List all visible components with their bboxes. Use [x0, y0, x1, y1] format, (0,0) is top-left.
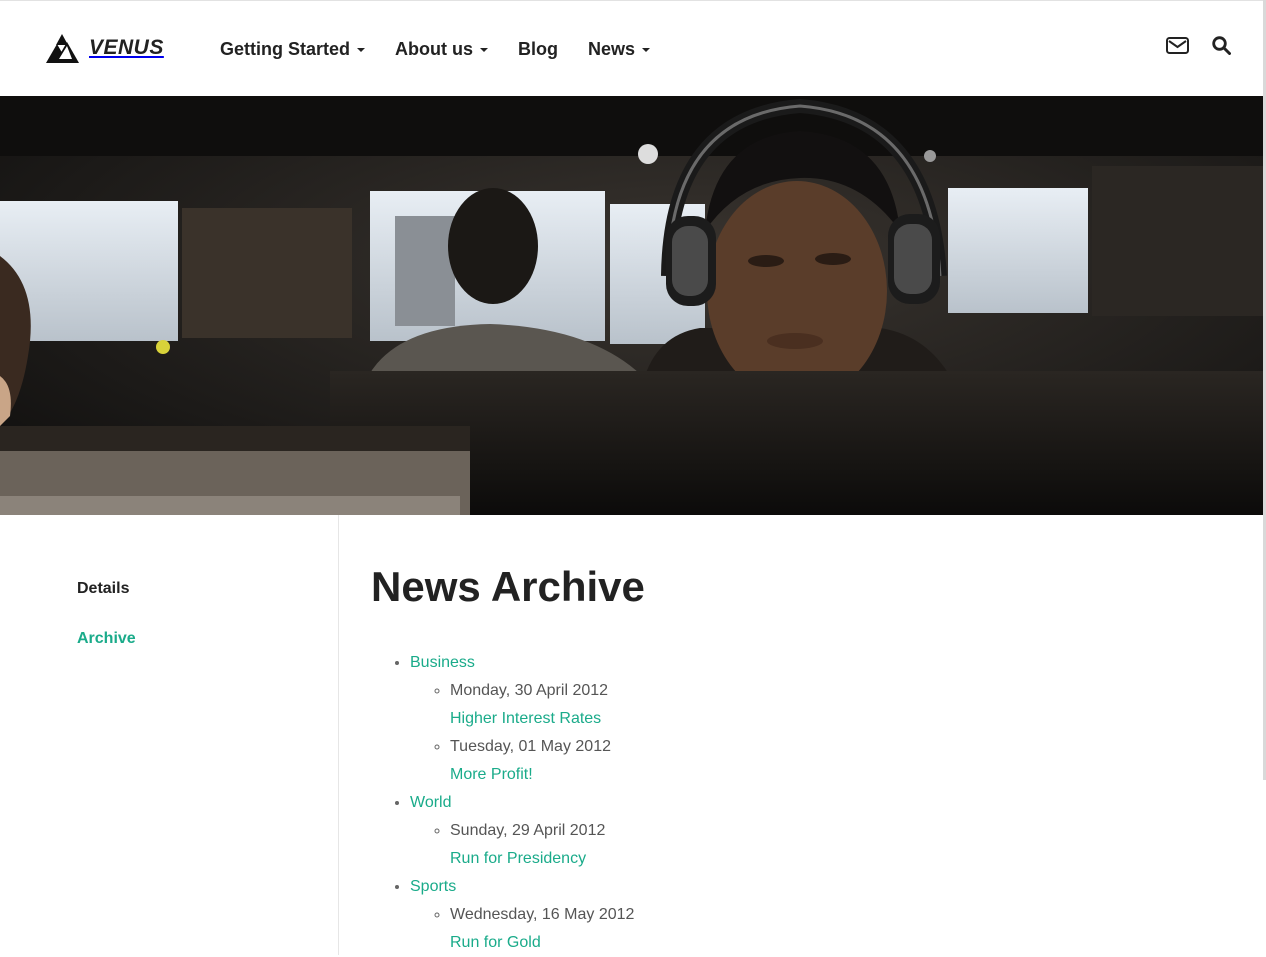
- category-link-sports[interactable]: Sports: [410, 878, 456, 895]
- venus-logo-icon: [46, 34, 79, 63]
- caret-down-icon: [642, 48, 651, 52]
- search-icon[interactable]: [1212, 36, 1231, 60]
- category-link-world[interactable]: World: [410, 794, 452, 811]
- hero-image: [0, 96, 1263, 515]
- caret-down-icon: [357, 48, 366, 52]
- entry-link[interactable]: Run for Gold: [450, 934, 541, 951]
- nav-item-label: News: [588, 39, 636, 59]
- archive-entry: Monday, 30 April 2012 Higher Interest Ra…: [450, 677, 634, 733]
- nav-item-label: Getting Started: [220, 39, 351, 59]
- sidebar-item-archive[interactable]: Archive: [77, 629, 136, 649]
- category-link-business[interactable]: Business: [410, 654, 475, 671]
- header-actions: [1143, 36, 1231, 60]
- caret-down-icon: [480, 48, 489, 52]
- nav-item-label: About us: [395, 39, 474, 59]
- site-header: VENUS Getting Started About us Blog News: [0, 0, 1263, 96]
- envelope-icon[interactable]: [1166, 36, 1189, 60]
- brand-logo[interactable]: VENUS: [46, 32, 164, 64]
- entry-date: Wednesday, 16 May 2012: [450, 906, 635, 923]
- sidebar-item-details[interactable]: Details: [77, 579, 129, 599]
- entry-link[interactable]: More Profit!: [450, 766, 533, 783]
- entry-link[interactable]: Run for Presidency: [450, 850, 586, 867]
- archive-list: Business Monday, 30 April 2012 Higher In…: [371, 649, 634, 957]
- nav-item-label: Blog: [518, 39, 559, 59]
- entry-date: Sunday, 29 April 2012: [450, 822, 606, 839]
- page-title: News Archive: [371, 563, 645, 610]
- nav-item-about-us[interactable]: About us: [395, 37, 489, 61]
- brand-name: VENUS: [89, 36, 164, 59]
- entry-date: Tuesday, 01 May 2012: [450, 738, 611, 755]
- archive-entry: Tuesday, 01 May 2012 More Profit!: [450, 733, 634, 789]
- nav-item-news[interactable]: News: [588, 37, 651, 61]
- archive-category: World Sunday, 29 April 2012 Run for Pres…: [410, 789, 634, 873]
- nav-item-blog[interactable]: Blog: [518, 37, 558, 61]
- archive-entry: Wednesday, 16 May 2012 Run for Gold: [450, 901, 634, 957]
- archive-category: Sports Wednesday, 16 May 2012 Run for Go…: [410, 873, 634, 957]
- archive-category: Business Monday, 30 April 2012 Higher In…: [410, 649, 634, 789]
- entry-link[interactable]: Higher Interest Rates: [450, 710, 601, 727]
- entry-date: Monday, 30 April 2012: [450, 682, 609, 699]
- archive-entry: Sunday, 29 April 2012 Run for Presidency: [450, 817, 634, 873]
- main-nav: Getting Started About us Blog News: [220, 37, 680, 61]
- nav-item-getting-started[interactable]: Getting Started: [220, 37, 366, 61]
- sidebar: Details Archive: [0, 515, 339, 955]
